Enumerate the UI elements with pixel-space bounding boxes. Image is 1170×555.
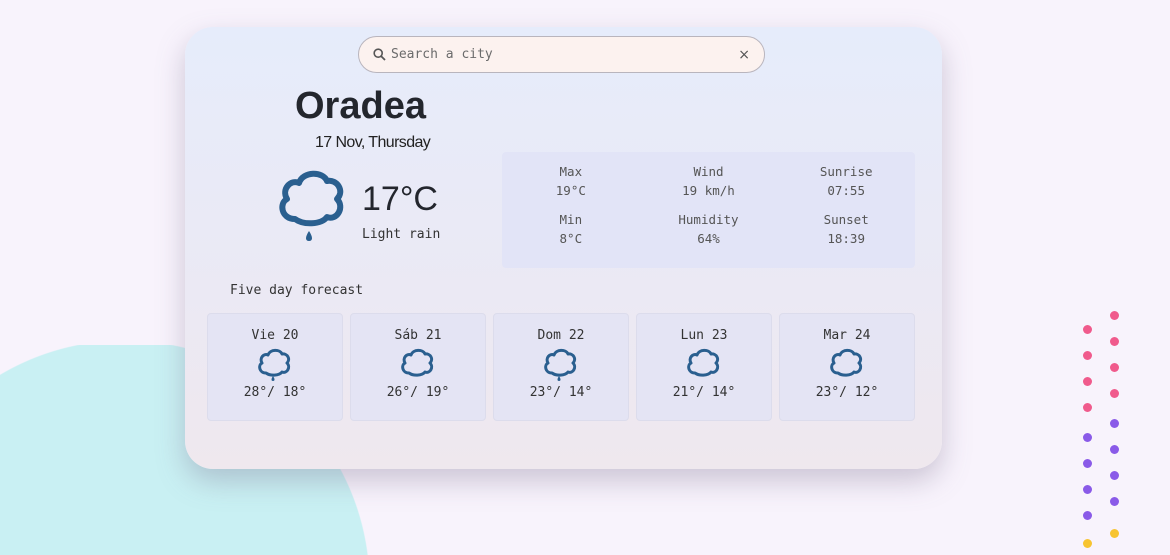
forecast-day-label: Lun 23	[680, 328, 728, 343]
decorative-dot	[1110, 337, 1119, 346]
cloud-rain-icon	[279, 170, 344, 241]
current-date: 17 Nov, Thursday	[315, 134, 431, 151]
search-icon	[373, 48, 386, 61]
weather-description: Light rain	[362, 227, 441, 242]
decorative-dot	[1083, 459, 1092, 468]
stats-panel: Max 19°C Wind 19 km/h Sunrise 07:55 Min 8°C …	[502, 152, 915, 268]
decorative-dot	[1110, 389, 1119, 398]
cloud-icon	[830, 348, 863, 377]
decorative-dot	[1083, 403, 1092, 412]
stat-value: 19 km/h	[682, 183, 735, 198]
clear-search-button[interactable]: ×	[738, 47, 750, 63]
cloud-icon	[401, 348, 434, 377]
forecast-list: Vie 20 28°/ 18° Sáb 21 26°/ 19° Dom 22 23°…	[207, 313, 915, 421]
forecast-heading: Five day forecast	[230, 283, 364, 298]
stat-humidity: Humidity 64%	[640, 210, 778, 258]
decorative-dot	[1083, 511, 1092, 520]
forecast-day: Dom 22 23°/ 14°	[493, 313, 629, 421]
decorative-dot	[1110, 529, 1119, 538]
stat-wind: Wind 19 km/h	[640, 162, 778, 210]
forecast-day-label: Mar 24	[823, 328, 871, 343]
decorative-dot	[1110, 363, 1119, 372]
forecast-day-label: Sáb 21	[394, 328, 442, 343]
stat-value: 07:55	[827, 183, 865, 198]
search-bar[interactable]: ×	[358, 36, 765, 73]
decorative-dot	[1083, 539, 1092, 548]
decorative-dot	[1083, 377, 1092, 386]
cloud-rain-icon	[258, 348, 291, 381]
stat-value: 64%	[697, 231, 720, 246]
stat-label: Wind	[693, 164, 724, 179]
stat-label: Sunset	[823, 212, 869, 227]
forecast-day-label: Dom 22	[537, 328, 585, 343]
stat-value: 8°C	[559, 231, 583, 246]
decorative-dot	[1083, 351, 1092, 360]
stat-sunrise: Sunrise 07:55	[777, 162, 915, 210]
decorative-dot	[1083, 325, 1092, 334]
forecast-temps: 23°/ 14°	[529, 385, 593, 400]
forecast-day: Mar 24 23°/ 12°	[779, 313, 915, 421]
stat-value: 19°C	[555, 183, 586, 198]
decorative-dot	[1110, 471, 1119, 480]
forecast-day: Vie 20 28°/ 18°	[207, 313, 343, 421]
decorative-dot	[1110, 419, 1119, 428]
decorative-dot	[1083, 485, 1092, 494]
forecast-temps: 28°/ 18°	[243, 385, 307, 400]
stat-label: Max	[559, 164, 583, 179]
city-name: Oradea	[295, 85, 426, 127]
current-temperature: 17°C	[362, 180, 438, 218]
decorative-dot	[1110, 445, 1119, 454]
stat-sunset: Sunset 18:39	[777, 210, 915, 258]
forecast-temps: 26°/ 19°	[386, 385, 450, 400]
weather-card: × Oradea 17 Nov, Thursday 17°C Light rai…	[185, 27, 942, 469]
cloud-rain-icon	[544, 348, 577, 381]
decorative-dot	[1110, 311, 1119, 320]
forecast-day: Sáb 21 26°/ 19°	[350, 313, 486, 421]
stat-label: Min	[559, 212, 583, 227]
decorative-dot	[1110, 497, 1119, 506]
stat-label: Sunrise	[819, 164, 873, 179]
stat-label: Humidity	[678, 212, 739, 227]
stat-value: 18:39	[827, 231, 865, 246]
forecast-day-label: Vie 20	[251, 328, 299, 343]
forecast-day: Lun 23 21°/ 14°	[636, 313, 772, 421]
decorative-dot	[1083, 433, 1092, 442]
forecast-temps: 23°/ 12°	[815, 385, 879, 400]
stat-min: Min 8°C	[502, 210, 640, 258]
search-input[interactable]	[391, 47, 739, 62]
stat-max: Max 19°C	[502, 162, 640, 210]
forecast-temps: 21°/ 14°	[672, 385, 736, 400]
cloud-icon	[687, 348, 720, 377]
